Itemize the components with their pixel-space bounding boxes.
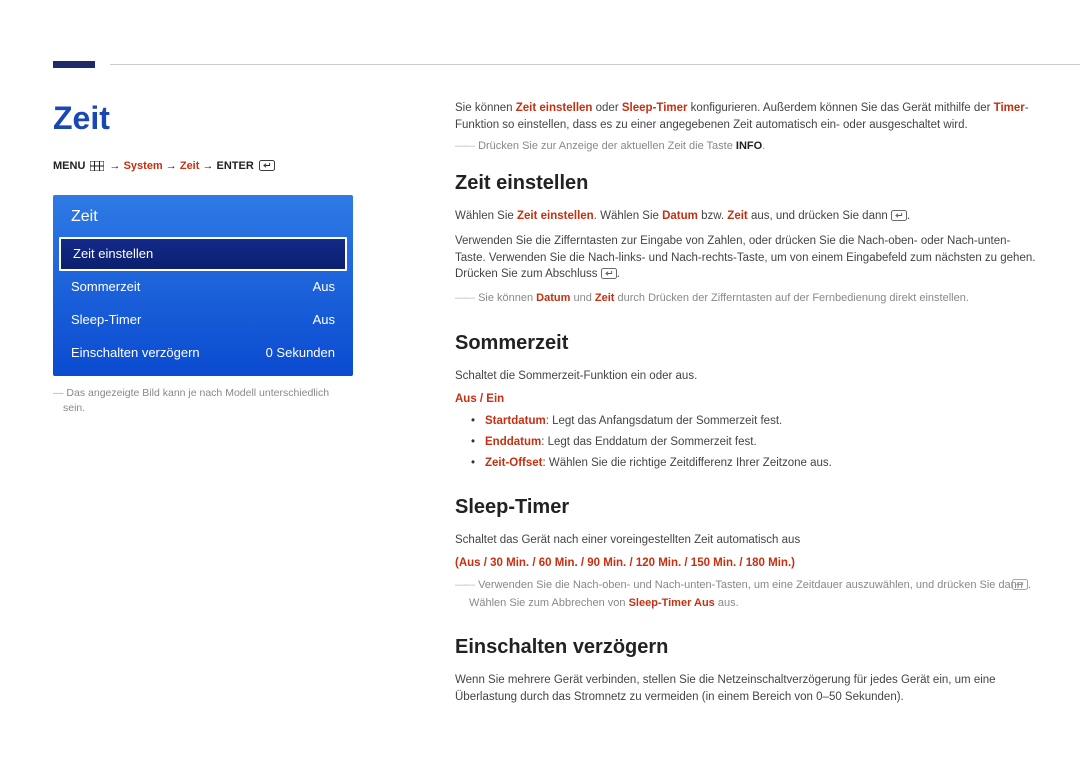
menu-grid-icon — [90, 161, 104, 177]
t: durch Drücken der Zifferntasten auf der … — [614, 292, 968, 304]
section-heading-sommerzeit: Sommerzeit — [455, 329, 1040, 358]
t: . — [907, 210, 910, 222]
t: Startdatum — [485, 415, 546, 427]
enter-icon — [601, 268, 617, 285]
list-item: Enddatum: Legt das Enddatum der Sommerze… — [471, 434, 1040, 451]
t: aus, und drücken Sie dann — [748, 210, 891, 222]
breadcrumb-menu: MENU — [53, 160, 85, 172]
t: Sleep-Timer Aus — [629, 597, 715, 609]
section-heading-einschalten: Einschalten verzögern — [455, 633, 1040, 662]
t: Verwenden Sie die Nach-oben- und Nach-un… — [478, 579, 1026, 591]
t: . — [617, 268, 620, 280]
breadcrumb-arrow-1: → — [110, 160, 121, 172]
t: : Wählen Sie die richtige Zeitdifferenz … — [543, 457, 832, 469]
zeit-p2: Verwenden Sie die Zifferntasten zur Eing… — [455, 233, 1040, 285]
t: Zeit — [595, 292, 615, 304]
sommer-p1: Schaltet die Sommerzeit-Funktion ein ode… — [455, 368, 1040, 385]
page-title: Zeit — [53, 95, 353, 141]
sleep-options: (Aus / 30 Min. / 60 Min. / 90 Min. / 120… — [455, 555, 1040, 572]
t: INFO — [736, 140, 762, 152]
intro-note: Drücken Sie zur Anzeige der aktuellen Ze… — [455, 139, 1040, 155]
breadcrumb-arrow-3: → — [202, 160, 213, 172]
t: bzw. — [698, 210, 727, 222]
zeit-note: Sie können Datum und Zeit durch Drücken … — [455, 291, 1040, 307]
t: Datum — [536, 292, 570, 304]
osd-row-value: Aus — [313, 311, 335, 330]
t: Zeit einstellen — [517, 210, 594, 222]
header-divider — [110, 64, 1080, 65]
breadcrumb-arrow-2: → — [166, 160, 177, 172]
intro-block: Sie können Zeit einstellen oder Sleep-Ti… — [455, 100, 1040, 155]
t: Zeit — [727, 210, 747, 222]
osd-row-sleep-timer[interactable]: Sleep-Timer Aus — [53, 304, 353, 337]
t: Datum — [662, 210, 698, 222]
list-item: Zeit-Offset: Wählen Sie die richtige Zei… — [471, 455, 1040, 472]
enter-icon — [259, 160, 275, 177]
breadcrumb-system: System — [124, 160, 163, 172]
osd-row-label: Sommerzeit — [71, 278, 140, 297]
t: Zeit-Offset — [485, 457, 543, 469]
t: aus. — [715, 597, 739, 609]
osd-row-value: Aus — [313, 278, 335, 297]
osd-row-value: 0 Sekunden — [266, 344, 335, 363]
t: Drücken Sie zur Anzeige der aktuellen Ze… — [478, 140, 736, 152]
t: Sie können — [478, 292, 536, 304]
t: : Legt das Anfangsdatum der Sommerzeit f… — [546, 415, 783, 427]
osd-row-sommerzeit[interactable]: Sommerzeit Aus — [53, 271, 353, 304]
t: Sleep-Timer — [622, 102, 688, 114]
t: Zeit einstellen — [516, 102, 593, 114]
osd-panel: Zeit Zeit einstellen Sommerzeit Aus Slee… — [53, 195, 353, 376]
einsch-p1: Wenn Sie mehrere Gerät verbinden, stelle… — [455, 672, 1040, 705]
t: : Legt das Enddatum der Sommerzeit fest. — [541, 436, 756, 448]
enter-icon — [891, 210, 907, 227]
osd-caption: Das angezeigte Bild kann je nach Modell … — [53, 386, 353, 416]
osd-row-zeit-einstellen[interactable]: Zeit einstellen — [59, 237, 347, 272]
osd-title: Zeit — [53, 195, 353, 236]
t: Wählen Sie — [455, 210, 517, 222]
section-heading-zeit-einstellen: Zeit einstellen — [455, 169, 1040, 198]
t: Enddatum — [485, 436, 541, 448]
sommer-list: Startdatum: Legt das Anfangsdatum der So… — [471, 413, 1040, 471]
breadcrumb: MENU → System → Zeit → ENTER — [53, 159, 353, 177]
zeit-p1: Wählen Sie Zeit einstellen. Wählen Sie D… — [455, 208, 1040, 227]
osd-row-label: Einschalten verzögern — [71, 344, 200, 363]
t: Timer — [994, 102, 1025, 114]
breadcrumb-zeit: Zeit — [180, 160, 200, 172]
t: und — [570, 292, 594, 304]
sleep-p1: Schaltet das Gerät nach einer voreingest… — [455, 532, 1040, 549]
osd-row-label: Sleep-Timer — [71, 311, 141, 330]
t: konfigurieren. Außerdem können Sie das G… — [687, 102, 993, 114]
osd-row-einschalten[interactable]: Einschalten verzögern 0 Sekunden — [53, 337, 353, 370]
t: . — [762, 140, 765, 152]
sleep-note: Verwenden Sie die Nach-oben- und Nach-un… — [455, 578, 1040, 612]
section-heading-sleep-timer: Sleep-Timer — [455, 493, 1040, 522]
t: oder — [592, 102, 621, 114]
header-accent-bar — [53, 61, 95, 68]
intro-paragraph: Sie können Zeit einstellen oder Sleep-Ti… — [455, 100, 1040, 133]
list-item: Startdatum: Legt das Anfangsdatum der So… — [471, 413, 1040, 430]
t: Verwenden Sie die Zifferntasten zur Eing… — [455, 235, 1035, 280]
breadcrumb-enter: ENTER — [217, 160, 254, 172]
t: Sie können — [455, 102, 516, 114]
sommer-options: Aus / Ein — [455, 391, 1040, 408]
osd-row-label: Zeit einstellen — [73, 245, 153, 264]
t: . Wählen Sie — [594, 210, 662, 222]
